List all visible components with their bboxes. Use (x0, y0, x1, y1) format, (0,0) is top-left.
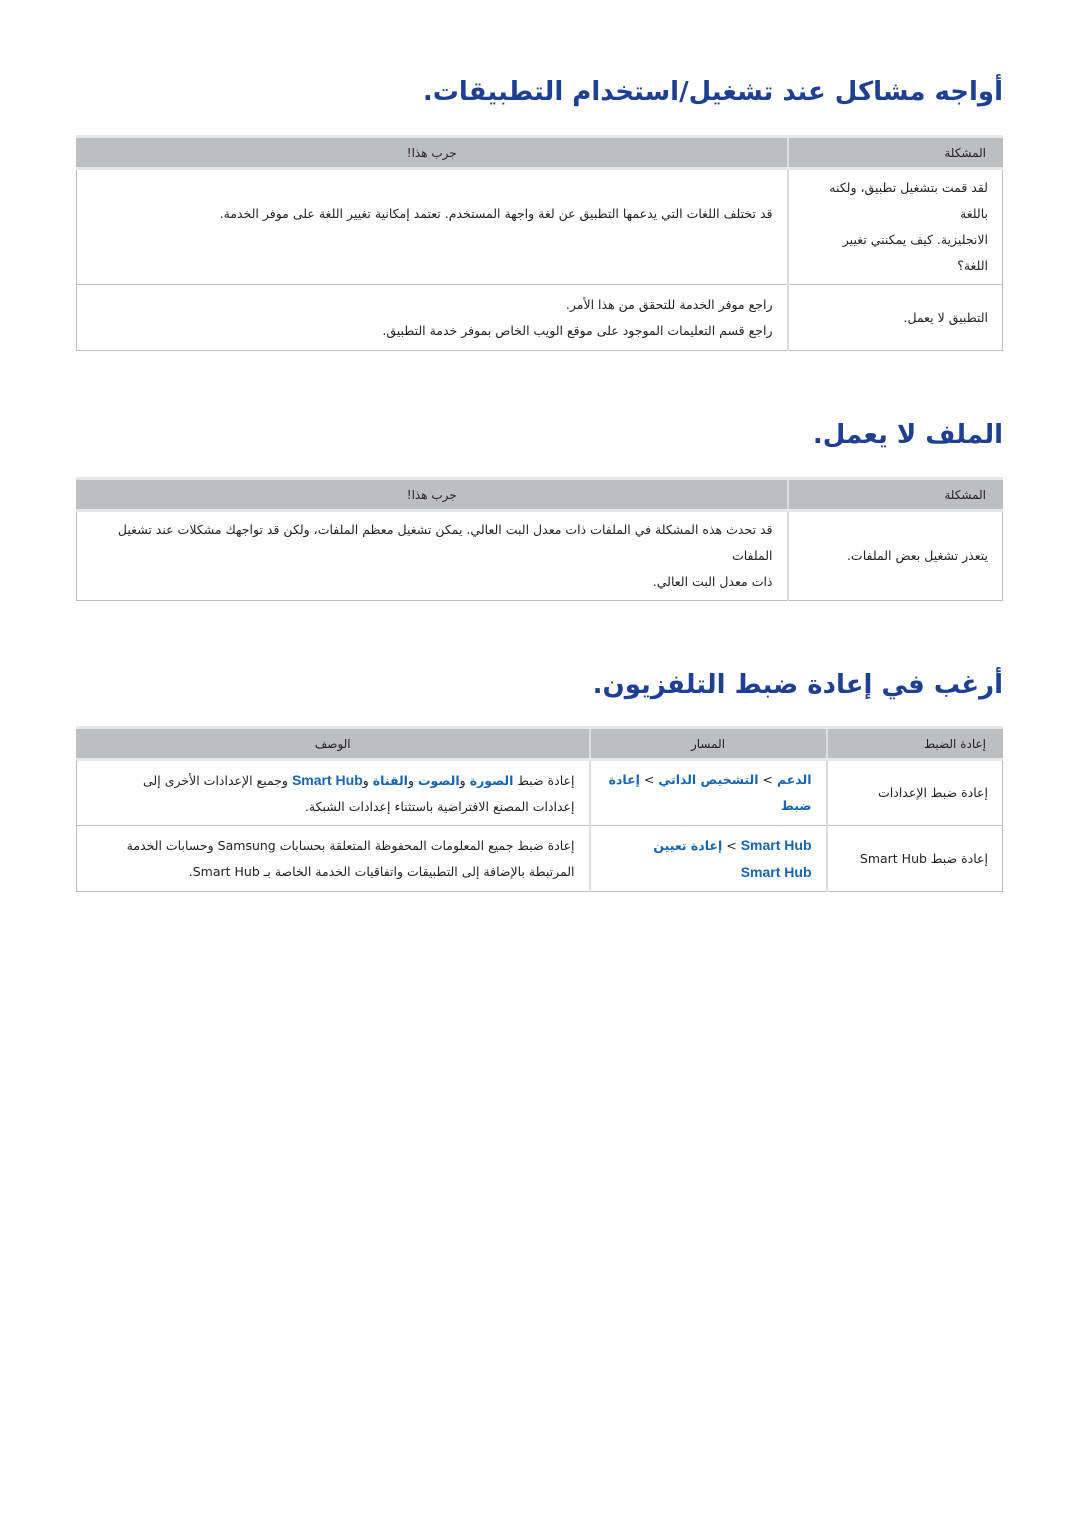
problem-text: اللغة؟ (957, 258, 988, 273)
solution-cell: قد تختلف اللغات التي يدعمها التطبيق عن ل… (76, 168, 788, 285)
path-cell: Smart Hub > إعادة تعيين Smart Hub (588, 825, 827, 892)
table-row: لقد قمت بتشغيل تطبيق، ولكنه باللغة الانج… (76, 168, 1003, 285)
description-text: إعدادات المصنع الافتراضية باستثناء إعداد… (304, 798, 575, 814)
description-text: إعادة ضبط جميع المعلومات المحفوظة المتعل… (126, 837, 575, 853)
section-title-reset-tv: أرغب في إعادة ضبط التلفزيون. (592, 670, 1003, 700)
header-problem: المشكلة (786, 477, 1003, 512)
solution-text: قد تحدث هذه المشكلة في الملفات ذات معدل … (117, 522, 773, 563)
path-reset-smart-hub-link[interactable]: Smart Hub (741, 864, 812, 880)
solution-text: راجع قسم التعليمات الموجود على موقع الوي… (382, 322, 773, 338)
description-cell: إعادة ضبط الصورة والصوت والقناة وSmart H… (76, 759, 590, 826)
channel-link[interactable]: القناة (373, 773, 408, 788)
solution-cell: راجع موفر الخدمة للتحقق من هذا الأمر. را… (76, 284, 788, 351)
path-separator: > (762, 772, 773, 787)
description-cell: إعادة ضبط جميع المعلومات المحفوظة المتعل… (76, 825, 590, 892)
table-row: يتعذر تشغيل بعض الملفات. قد تحدث هذه الم… (76, 510, 1003, 601)
path-cell: الدعم > التشخيص الذاتي > إعادة ضبط (588, 759, 827, 826)
table-header-row: المشكلة جرب هذا! (76, 135, 1003, 170)
description-text: إعادة ضبط (517, 772, 575, 788)
header-try-this: جرب هذا! (76, 477, 788, 512)
solution-cell: قد تحدث هذه المشكلة في الملفات ذات معدل … (76, 510, 788, 601)
description-text: و (407, 772, 414, 788)
reset-cell: إعادة ضبط الإعدادات (825, 759, 1003, 826)
header-description: الوصف (76, 726, 590, 761)
table-row: التطبيق لا يعمل. راجع موفر الخدمة للتحقق… (76, 284, 1003, 351)
path-reset-smart-hub-link[interactable]: إعادة تعيين (653, 838, 722, 853)
picture-link[interactable]: الصورة (470, 773, 514, 788)
file-problems-table: المشكلة جرب هذا! يتعذر تشغيل بعض الملفات… (76, 477, 1003, 601)
reset-cell: إعادة ضبط Smart Hub (825, 825, 1003, 892)
section-title-app-problems: أواجه مشاكل عند تشغيل/استخدام التطبيقات. (422, 77, 1003, 107)
problem-text: الانجليزية. كيف يمكنني تغيير (842, 232, 988, 247)
solution-text: ذات معدل البت العالي. (652, 574, 773, 589)
sound-link[interactable]: الصوت (418, 773, 460, 788)
description-text: و (459, 772, 466, 788)
problem-cell: يتعذر تشغيل بعض الملفات. (786, 510, 1003, 601)
path-separator: > (643, 772, 655, 787)
table-row: إعادة ضبط الإعدادات الدعم > التشخيص الذا… (76, 759, 1003, 826)
header-path: المسار (588, 726, 827, 761)
table-header-row: إعادة الضبط المسار الوصف (76, 726, 1003, 761)
table-row: إعادة ضبط Smart Hub Smart Hub > إعادة تع… (76, 825, 1003, 892)
app-problems-table: المشكلة جرب هذا! لقد قمت بتشغيل تطبيق، و… (76, 135, 1003, 351)
problem-cell: لقد قمت بتشغيل تطبيق، ولكنه باللغة الانج… (786, 168, 1003, 285)
smart-hub-link[interactable]: Smart Hub (292, 772, 363, 788)
header-try-this: جرب هذا! (76, 135, 788, 170)
description-text: المرتبطة بالإضافة إلى التطبيقات واتفاقيا… (188, 863, 575, 879)
header-problem: المشكلة (786, 135, 1003, 170)
path-support-link[interactable]: الدعم (777, 772, 812, 787)
header-reset: إعادة الضبط (825, 726, 1003, 761)
path-separator: > (726, 837, 737, 853)
table-header-row: المشكلة جرب هذا! (76, 477, 1003, 512)
problem-text: التطبيق لا يعمل. (903, 309, 988, 325)
problem-cell: التطبيق لا يعمل. (786, 284, 1003, 351)
solution-text: قد تختلف اللغات التي يدعمها التطبيق عن ل… (219, 206, 773, 221)
problem-text: لقد قمت بتشغيل تطبيق، ولكنه باللغة (829, 180, 988, 221)
description-text: وجميع الإعدادات الأخرى إلى (143, 772, 288, 788)
section-title-file-not-playing: الملف لا يعمل. (812, 420, 1003, 450)
path-smart-hub-link[interactable]: Smart Hub (741, 837, 812, 853)
problem-text: يتعذر تشغيل بعض الملفات. (846, 548, 988, 563)
solution-text: راجع موفر الخدمة للتحقق من هذا الأمر. (565, 296, 773, 312)
path-self-diagnosis-link[interactable]: التشخيص الذاتي (658, 772, 758, 787)
description-text: و (362, 772, 369, 788)
reset-table: إعادة الضبط المسار الوصف إعادة ضبط الإعد… (76, 726, 1003, 892)
